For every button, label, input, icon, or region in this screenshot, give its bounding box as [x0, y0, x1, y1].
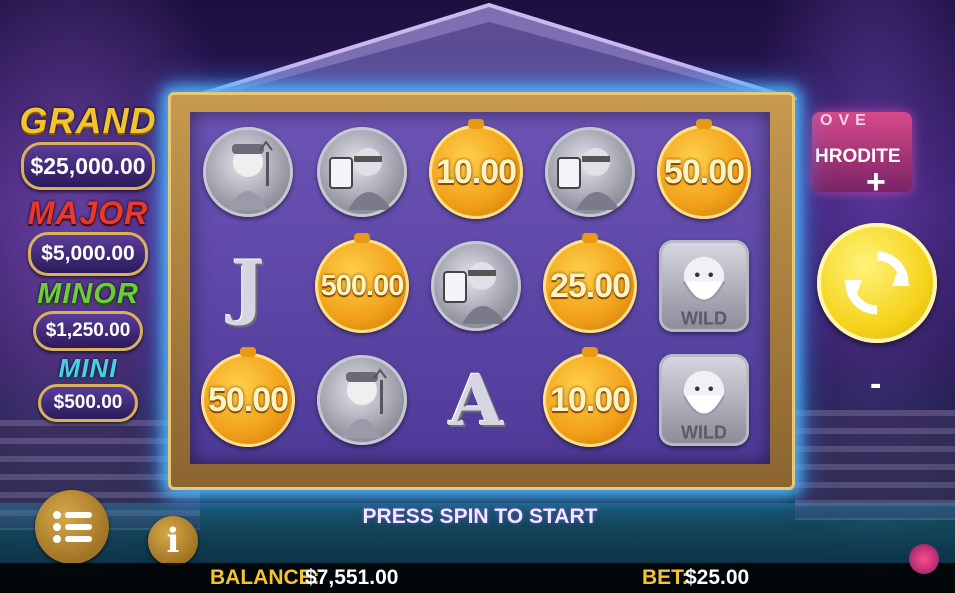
card-dealer-icon — [431, 241, 521, 331]
coin-value: 25.00 — [549, 266, 631, 305]
coin-value: 500.00 — [320, 269, 405, 302]
letter-symbol: J — [198, 236, 298, 336]
letter-symbol: A — [426, 350, 526, 450]
menu-icon — [53, 511, 92, 543]
neon-sign-text: HRODITE — [815, 146, 901, 167]
zeus-wild-icon: WILD — [659, 354, 749, 446]
balance-value: $7,551.00 — [305, 566, 399, 589]
coin-symbol: 500.00 — [312, 233, 412, 336]
jackpot-minor: MINOR $1,250.00 — [18, 278, 158, 351]
jackpot-title: GRAND — [19, 100, 157, 141]
jackpot-amount: $25,000.00 — [21, 142, 155, 190]
provider-logo-icon — [909, 544, 939, 574]
spin-icon — [844, 251, 910, 315]
jackpot-amount: $500.00 — [38, 384, 138, 422]
character-symbol — [198, 122, 298, 222]
coin-icon: 50.00 — [657, 119, 751, 219]
jackpot-title: MINOR — [37, 278, 139, 310]
menu-button[interactable] — [35, 490, 109, 564]
coin-symbol: 10.00 — [426, 119, 526, 222]
bet-label: BET: — [642, 566, 689, 589]
jackpot-title: MINI — [58, 353, 118, 383]
zeus-wild-icon: WILD — [659, 240, 749, 332]
bet-value: $25.00 — [685, 566, 750, 589]
coin-icon: 25.00 — [543, 233, 637, 333]
coin-value: 10.00 — [549, 380, 631, 419]
neon-sign-top: OVE — [820, 112, 872, 129]
coin-value: 10.00 — [435, 152, 517, 191]
jackpot-amount: $5,000.00 — [28, 232, 148, 276]
coin-symbol: 10.00 — [540, 347, 640, 450]
status-bar — [0, 563, 955, 593]
character-symbol — [426, 236, 526, 336]
spin-prompt: PRESS SPIN TO START — [362, 505, 598, 528]
letter-icon: A — [448, 358, 504, 442]
pirate-chef-icon — [203, 127, 293, 217]
jackpot-title: MAJOR — [27, 195, 149, 231]
jackpot-grand: GRAND $25,000.00 — [18, 100, 158, 190]
letter-icon: J — [231, 244, 265, 328]
coin-symbol: 25.00 — [540, 233, 640, 336]
coin-icon: 10.00 — [429, 119, 523, 219]
coin-symbol: 50.00 — [198, 347, 298, 450]
card-dealer-icon — [545, 127, 635, 217]
svg-text:WILD: WILD — [681, 422, 727, 442]
reels-area: 10.00 50.00 J 500.00 25.00 WILD 50.00 A 10.00 WIL… — [190, 112, 770, 464]
coin-icon: 50.00 — [201, 347, 295, 447]
pirate-chef-icon — [317, 355, 407, 445]
jackpot-major: MAJOR $5,000.00 — [18, 195, 158, 276]
increase-bet-button[interactable]: + — [866, 163, 886, 202]
coin-value: 50.00 — [663, 152, 745, 191]
wild-symbol: WILD — [654, 350, 754, 450]
info-button[interactable]: i — [148, 516, 198, 566]
balance-label: BALANCE: — [210, 566, 320, 589]
temple-roof — [181, 0, 798, 102]
coin-symbol: 50.00 — [654, 119, 754, 222]
character-symbol — [540, 122, 640, 222]
decrease-bet-button[interactable]: - — [870, 365, 881, 404]
jackpot-mini: MINI $500.00 — [18, 353, 158, 422]
coin-icon: 10.00 — [543, 347, 637, 447]
coin-icon: 500.00 — [315, 233, 409, 333]
svg-text:WILD: WILD — [681, 308, 727, 328]
wild-symbol: WILD — [654, 236, 754, 336]
spin-button[interactable] — [817, 223, 937, 343]
character-symbol — [312, 122, 412, 222]
jackpot-amount: $1,250.00 — [33, 311, 143, 351]
card-dealer-icon — [317, 127, 407, 217]
character-symbol — [312, 350, 412, 450]
coin-value: 50.00 — [207, 380, 289, 419]
